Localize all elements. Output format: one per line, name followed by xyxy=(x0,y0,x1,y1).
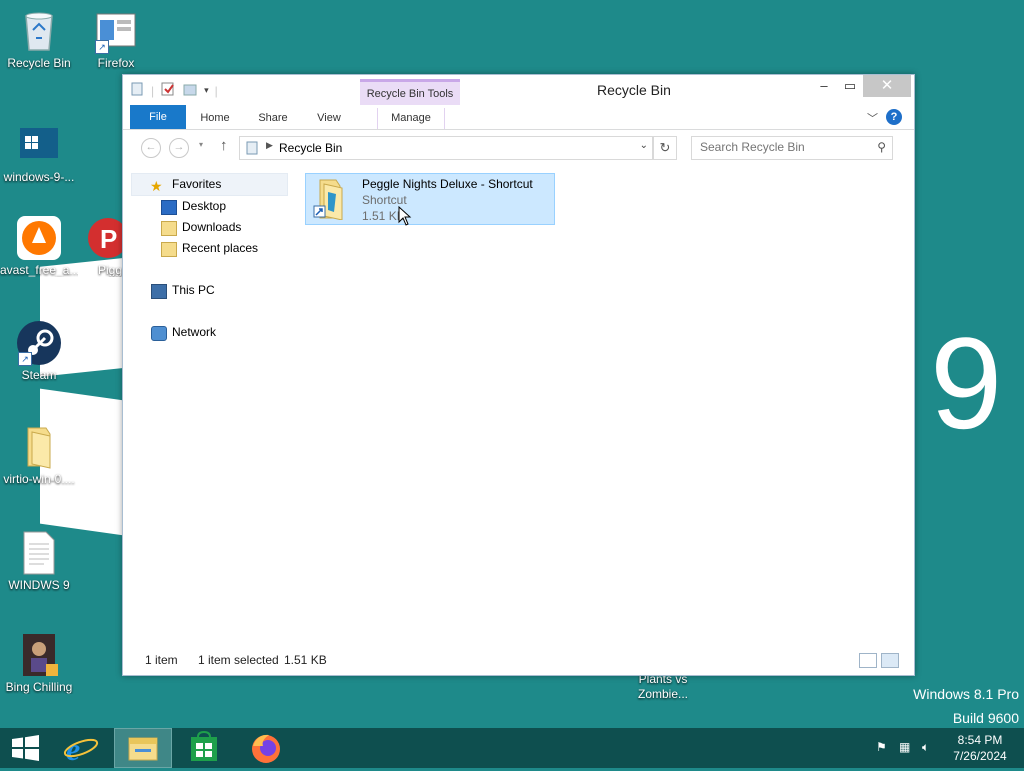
firefox-icon[interactable] xyxy=(237,728,295,768)
peggle-icon: P xyxy=(76,215,122,261)
properties-icon[interactable] xyxy=(160,81,176,100)
back-button[interactable]: ← xyxy=(141,138,161,158)
close-button[interactable]: ✕ xyxy=(863,75,911,97)
recycle-bin-small-icon xyxy=(244,140,260,159)
new-folder-icon[interactable] xyxy=(182,81,198,100)
wallpaper-nine: 9 xyxy=(930,310,1003,456)
desktop-icon-firefox[interactable]: ↗ Firefox xyxy=(77,8,155,70)
desktop-icon-virtio[interactable]: virtio-win-0.... xyxy=(0,424,78,486)
folder-icon xyxy=(16,424,62,470)
star-icon: ★ xyxy=(150,178,163,194)
shortcut-arrow-icon: ↗ xyxy=(95,40,109,54)
nav-favorites[interactable]: ★ Favorites xyxy=(131,173,288,196)
navigation-bar: ← → ▾ ↑ ▶ Recycle Bin ⌄ ↻ ⚲ xyxy=(123,130,914,164)
svg-text:P: P xyxy=(100,224,117,254)
forward-button[interactable]: → xyxy=(169,138,189,158)
refresh-button[interactable]: ↻ xyxy=(653,136,677,160)
navigation-pane: ★ Favorites Desktop Downloads Recent pla… xyxy=(131,173,291,343)
system-clock[interactable]: 8:54 PM 7/26/2024 xyxy=(940,732,1020,764)
desktop-icon-avast[interactable]: avast_free_a... xyxy=(0,215,78,277)
desktop-icon-steam[interactable]: ↗ Steam xyxy=(0,320,78,382)
nav-downloads[interactable]: Downloads xyxy=(131,217,291,238)
ribbon-tabs: File Home Share View Manage ﹀ ? xyxy=(123,105,914,130)
search-box[interactable]: ⚲ xyxy=(691,136,893,160)
chevron-down-icon[interactable]: ⌄ xyxy=(640,140,648,151)
nav-this-pc[interactable]: This PC xyxy=(131,280,291,301)
tab-file[interactable]: File xyxy=(130,105,186,129)
steam-icon: ↗ xyxy=(16,320,62,366)
network-tray-icon[interactable]: ▦ xyxy=(899,740,910,754)
expand-ribbon-icon[interactable]: ﹀ xyxy=(867,110,878,126)
desktop-icon-windows-9[interactable]: windows-9-... xyxy=(0,122,78,184)
item-count: 1 item xyxy=(145,653,178,667)
recent-locations-icon[interactable]: ▾ xyxy=(199,140,203,149)
tab-share[interactable]: Share xyxy=(253,108,293,129)
nav-recent-places[interactable]: Recent places xyxy=(131,238,291,259)
file-list: Peggle Nights Deluxe - Shortcut Shortcut… xyxy=(305,173,906,645)
item-type: Shortcut xyxy=(362,193,407,207)
desktop-icon-windws-9[interactable]: WINDWS 9 xyxy=(0,530,78,592)
list-item[interactable]: Peggle Nights Deluxe - Shortcut Shortcut… xyxy=(305,173,555,226)
address-bar[interactable]: ▶ Recycle Bin ⌄ xyxy=(239,136,653,160)
windows-logo-icon xyxy=(16,122,62,168)
avast-icon xyxy=(16,215,62,261)
explorer-window: | ▾ | Recycle Bin Tools Recycle Bin – ▭ … xyxy=(122,74,915,676)
customize-dropdown-icon[interactable]: ▾ xyxy=(204,85,209,96)
selection-status: 1 item selected xyxy=(198,653,279,667)
watermark-build: Build 9600 xyxy=(952,710,1019,726)
nav-desktop[interactable]: Desktop xyxy=(131,196,291,217)
recycle-bin-tools-tab[interactable]: Recycle Bin Tools xyxy=(360,79,460,108)
recent-places-icon xyxy=(161,242,177,257)
minimize-button[interactable]: – xyxy=(811,75,837,97)
desktop-icon-recycle-bin[interactable]: Recycle Bin xyxy=(0,8,78,70)
action-center-flag-icon[interactable]: ⚑ xyxy=(876,740,887,754)
desktop-icon-bing-chilling[interactable]: Bing Chilling xyxy=(0,632,78,694)
folder-shortcut-icon xyxy=(312,178,352,221)
recycle-bin-icon xyxy=(16,8,62,54)
computer-icon xyxy=(151,284,167,299)
firefox-shortcut-icon: ↗ xyxy=(93,8,139,54)
tab-manage[interactable]: Manage xyxy=(377,108,445,129)
internet-explorer-icon[interactable]: e xyxy=(52,728,110,768)
quick-access-toolbar: | ▾ | xyxy=(129,81,218,100)
separator: | xyxy=(151,83,155,98)
selection-size: 1.51 KB xyxy=(284,653,327,667)
separator: | xyxy=(214,83,218,98)
search-icon[interactable]: ⚲ xyxy=(877,140,886,154)
start-button[interactable] xyxy=(0,728,58,768)
file-explorer-icon[interactable] xyxy=(114,728,172,768)
up-button[interactable]: ↑ xyxy=(220,137,228,154)
recycle-bin-small-icon[interactable] xyxy=(129,81,145,100)
tab-view[interactable]: View xyxy=(311,108,347,129)
large-icons-view-icon[interactable] xyxy=(881,653,899,668)
watermark-edition: Windows 8.1 Pro xyxy=(913,686,1019,702)
mouse-cursor-icon xyxy=(398,205,412,229)
text-document-icon xyxy=(16,530,62,576)
chevron-right-icon[interactable]: ▶ xyxy=(266,140,273,151)
shortcut-arrow-icon: ↗ xyxy=(18,352,32,366)
maximize-button[interactable]: ▭ xyxy=(837,75,863,97)
address-text: Recycle Bin xyxy=(279,141,343,155)
desktop-icon-peggle[interactable]: P Pigg xyxy=(76,215,122,277)
window-title: Recycle Bin xyxy=(597,82,671,98)
network-icon xyxy=(151,326,167,341)
downloads-folder-icon xyxy=(161,221,177,236)
details-view-icon[interactable] xyxy=(859,653,877,668)
item-name: Peggle Nights Deluxe - Shortcut xyxy=(362,177,533,191)
video-file-icon xyxy=(16,632,62,678)
volume-muted-icon[interactable]: 🔈︎ xyxy=(922,740,929,755)
status-bar: 1 item 1 item selected 1.51 KB xyxy=(123,645,914,675)
help-icon[interactable]: ? xyxy=(886,109,902,125)
tab-home[interactable]: Home xyxy=(197,108,233,129)
title-bar[interactable]: | ▾ | Recycle Bin Tools Recycle Bin – ▭ … xyxy=(123,75,914,108)
store-icon[interactable] xyxy=(175,728,233,768)
nav-network[interactable]: Network xyxy=(131,322,291,343)
desktop-icon-plants-vs-zombies[interactable]: Plants vs Zombie... xyxy=(624,672,702,702)
desktop-icon xyxy=(161,200,177,215)
taskbar: e ⚑ ▦ 🔈︎ 8:54 PM 7/26/2024 xyxy=(0,728,1024,768)
search-input[interactable] xyxy=(692,137,870,157)
